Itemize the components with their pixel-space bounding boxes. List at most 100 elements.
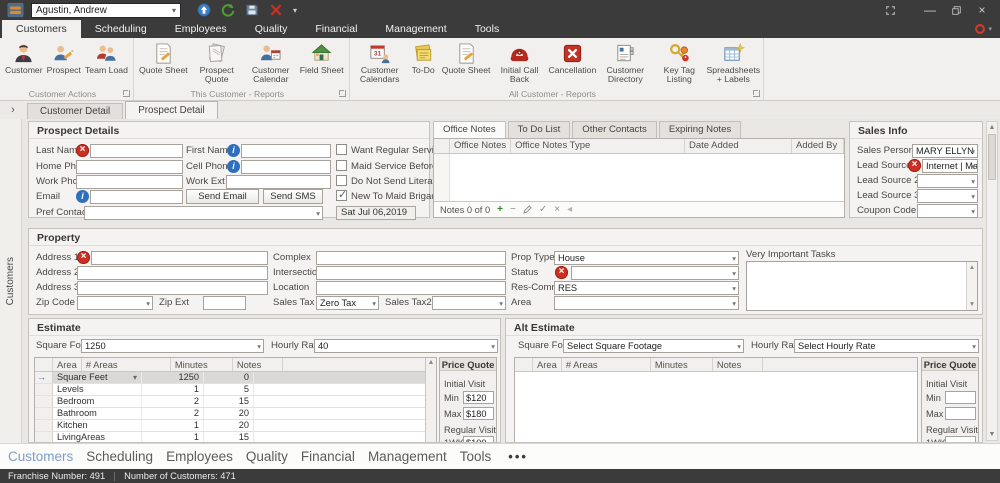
num-areas-cell[interactable]: 1 (142, 432, 204, 443)
area-cell[interactable]: Kitchen (53, 420, 142, 431)
coupon-code-dropdown[interactable] (917, 204, 978, 218)
bottom-nav-item[interactable]: Quality (246, 449, 288, 464)
notes-tab[interactable]: To Do List (508, 121, 571, 138)
res-comm-dropdown[interactable]: RES (554, 281, 739, 295)
alt-initial-max-input[interactable] (945, 407, 976, 420)
grid-column-header[interactable]: # Areas (82, 358, 171, 371)
table-row[interactable]: Square Feet 1250 0 (35, 372, 436, 384)
maid-service-before-checkbox[interactable] (336, 160, 347, 171)
grid-scrollbar[interactable]: ▲ (425, 358, 436, 442)
area-cell[interactable]: Bedroom (53, 396, 142, 407)
cell-phone-input[interactable] (241, 160, 331, 174)
dialog-launcher-icon[interactable] (753, 90, 760, 97)
num-areas-cell[interactable]: 1 (142, 420, 204, 431)
email-input[interactable] (90, 190, 183, 204)
notes-tab[interactable]: Other Contacts (572, 121, 657, 138)
hourly-rate-dropdown[interactable]: 40 (314, 339, 498, 353)
initial-call-back-button[interactable]: Initial Call Back (492, 41, 546, 85)
grid-column-header[interactable]: Office Notes Type (511, 139, 685, 153)
notes-cell[interactable] (254, 432, 436, 443)
last-name-input[interactable] (90, 144, 183, 158)
alt-square-foot-dropdown[interactable]: Select Square Footage (563, 339, 744, 353)
customer-calendar-button[interactable]: Customer Calendar (244, 41, 298, 85)
dialog-launcher-icon[interactable] (339, 90, 346, 97)
tab-prospect-detail[interactable]: Prospect Detail (125, 101, 217, 119)
textarea-scrollbar[interactable]: ▲▼ (966, 262, 977, 310)
lead-source-3-dropdown[interactable] (917, 189, 978, 203)
table-row[interactable]: Bathroom 2 20 (35, 408, 436, 420)
todo-button[interactable]: To-Do (407, 41, 440, 75)
address-1-input[interactable] (91, 251, 268, 265)
send-sms-button[interactable]: Send SMS (263, 189, 323, 204)
notes-cell[interactable] (254, 372, 436, 383)
ribbon-tab[interactable]: Financial (301, 20, 371, 38)
bottom-nav-item[interactable]: Employees (166, 449, 233, 464)
toolbar-overflow-icon[interactable]: ▾ (293, 6, 297, 15)
ribbon-tab[interactable]: Management (371, 20, 460, 38)
prospect-quote-button[interactable]: Prospect Quote (190, 41, 244, 85)
area-cell[interactable]: Square Feet (53, 372, 142, 383)
add-record-icon[interactable] (197, 3, 211, 17)
grid-body-empty[interactable] (515, 372, 917, 443)
area-cell[interactable]: LivingAreas (53, 432, 142, 443)
quote-sheet-button[interactable]: Quote Sheet (137, 41, 190, 75)
quote-sheet-report-button[interactable]: Quote Sheet (440, 41, 493, 75)
grid-column-header[interactable]: Area (533, 358, 562, 371)
intersection-input[interactable] (316, 266, 506, 280)
grid-body-empty[interactable] (434, 154, 844, 201)
square-foot-dropdown[interactable]: 1250 (81, 339, 264, 353)
scroll-up-icon[interactable]: ▲ (987, 122, 997, 133)
grid-column-header[interactable]: Notes (233, 358, 283, 371)
main-scrollbar[interactable]: ▲ ▼ (986, 121, 998, 441)
minutes-cell[interactable]: 15 (204, 396, 254, 407)
address-3-input[interactable] (77, 281, 268, 295)
lead-source-dropdown[interactable]: Internet | Maid (922, 159, 978, 173)
initial-max-input[interactable] (463, 407, 494, 420)
grid-column-header[interactable]: # Areas (562, 358, 651, 371)
home-phone-input[interactable] (76, 160, 183, 174)
cancel-edit-icon[interactable]: × (554, 205, 560, 215)
minutes-cell[interactable]: 5 (204, 384, 254, 395)
work-ext-input[interactable] (226, 175, 331, 189)
alt-hourly-rate-dropdown[interactable]: Select Hourly Rate (794, 339, 979, 353)
minutes-cell[interactable]: 20 (204, 420, 254, 431)
work-phone-input[interactable] (76, 175, 183, 189)
notes-cell[interactable] (254, 396, 436, 407)
sidebar-tab-customers[interactable]: Customers (0, 119, 22, 443)
prop-type-dropdown[interactable]: House (554, 251, 739, 265)
minutes-cell[interactable]: 0 (204, 372, 254, 383)
scroll-down-icon[interactable]: ▼ (987, 429, 997, 440)
sales-tax2-dropdown[interactable] (432, 296, 506, 310)
grid-column-header[interactable]: Notes (713, 358, 763, 371)
grid-column-header[interactable]: Office Notes (450, 139, 511, 153)
delete-icon[interactable] (269, 3, 283, 17)
ribbon-tab[interactable]: Employees (161, 20, 241, 38)
expand-panel-arrow-icon[interactable]: › (5, 103, 21, 118)
bottom-nav-item[interactable]: Scheduling (86, 449, 153, 464)
first-name-input[interactable] (241, 144, 331, 158)
status-dropdown[interactable] (571, 266, 739, 280)
grid-column-header[interactable]: Date Added (685, 139, 792, 153)
sales-person-dropdown[interactable]: MARY ELLYN (912, 144, 978, 158)
bottom-nav-item[interactable]: Tools (460, 449, 492, 464)
notes-tab[interactable]: Expiring Notes (659, 121, 741, 138)
grid-column-header[interactable]: Added By (792, 139, 844, 153)
zip-ext-input[interactable] (203, 296, 246, 310)
cancellation-button[interactable]: Cancellation (546, 41, 598, 75)
prospect-button[interactable]: Prospect (45, 41, 83, 75)
key-tag-listing-button[interactable]: Key Tag Listing (652, 41, 706, 85)
tab-customer-detail[interactable]: Customer Detail (27, 103, 123, 119)
ribbon-tab[interactable]: Quality (241, 20, 302, 38)
address-2-input[interactable] (77, 266, 268, 280)
notes-cell[interactable] (254, 420, 436, 431)
nav-overflow-button[interactable]: ••• (508, 449, 528, 464)
add-note-icon[interactable]: + (497, 205, 503, 215)
location-input[interactable] (316, 281, 506, 295)
weekly-rate-input[interactable] (463, 436, 494, 443)
restore-button[interactable] (944, 2, 968, 18)
customer-calendars-button[interactable]: 31 Customer Calendars (353, 41, 407, 85)
area-cell[interactable]: Levels (53, 384, 142, 395)
confirm-edit-icon[interactable]: ✓ (539, 205, 547, 215)
sales-tax-dropdown[interactable]: Zero Tax (316, 296, 379, 310)
minutes-cell[interactable]: 20 (204, 408, 254, 419)
